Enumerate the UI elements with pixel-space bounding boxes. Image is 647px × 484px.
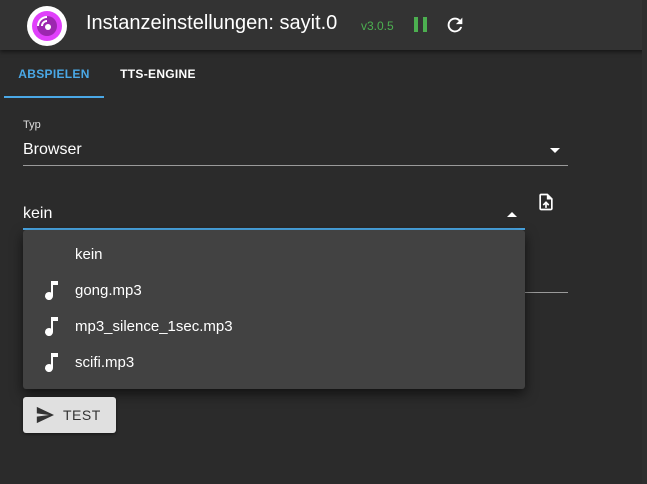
pause-icon[interactable]: [412, 15, 430, 35]
menu-item-label: kein: [75, 246, 103, 263]
scrollbar[interactable]: [642, 0, 647, 484]
tab-abspielen[interactable]: ABSPIELEN: [4, 50, 104, 98]
music-note-icon: [43, 279, 61, 301]
menu-item-scifi[interactable]: scifi.mp3: [23, 345, 525, 381]
sayit-logo: [27, 6, 67, 46]
upload-file-icon[interactable]: [536, 191, 556, 213]
type-select[interactable]: Browser: [23, 137, 568, 166]
chevron-up-icon: [507, 212, 517, 217]
app-header: Instanzeinstellungen: sayit.0 v3.0.5: [0, 0, 647, 50]
reload-icon[interactable]: [444, 14, 466, 36]
menu-item-label: gong.mp3: [75, 282, 142, 299]
menu-item-gong[interactable]: gong.mp3: [23, 273, 525, 309]
menu-item-label: mp3_silence_1sec.mp3: [75, 318, 233, 335]
version-badge: v3.0.5: [361, 19, 394, 33]
send-icon: [35, 406, 55, 424]
sound-select-value: kein: [23, 205, 53, 222]
type-label: Typ: [23, 119, 41, 131]
tab-bar: ABSPIELEN TTS-ENGINE: [0, 50, 647, 98]
music-note-icon: [43, 351, 61, 373]
test-button[interactable]: TEST: [23, 397, 116, 433]
sound-select[interactable]: kein: [23, 201, 525, 230]
type-select-value: Browser: [23, 141, 82, 158]
sound-dropdown-menu: kein gong.mp3 mp3_silence_1sec.mp3 scifi…: [23, 230, 525, 389]
page-title: Instanzeinstellungen: sayit.0: [86, 12, 338, 34]
tab-tts-engine[interactable]: TTS-ENGINE: [110, 50, 206, 98]
test-button-label: TEST: [63, 407, 101, 423]
menu-item-label: scifi.mp3: [75, 354, 135, 371]
field-underline: [525, 292, 568, 293]
menu-item-kein[interactable]: kein: [23, 237, 525, 273]
menu-item-mp3-silence[interactable]: mp3_silence_1sec.mp3: [23, 309, 525, 345]
music-note-icon: [43, 315, 61, 337]
chevron-down-icon: [550, 148, 560, 153]
